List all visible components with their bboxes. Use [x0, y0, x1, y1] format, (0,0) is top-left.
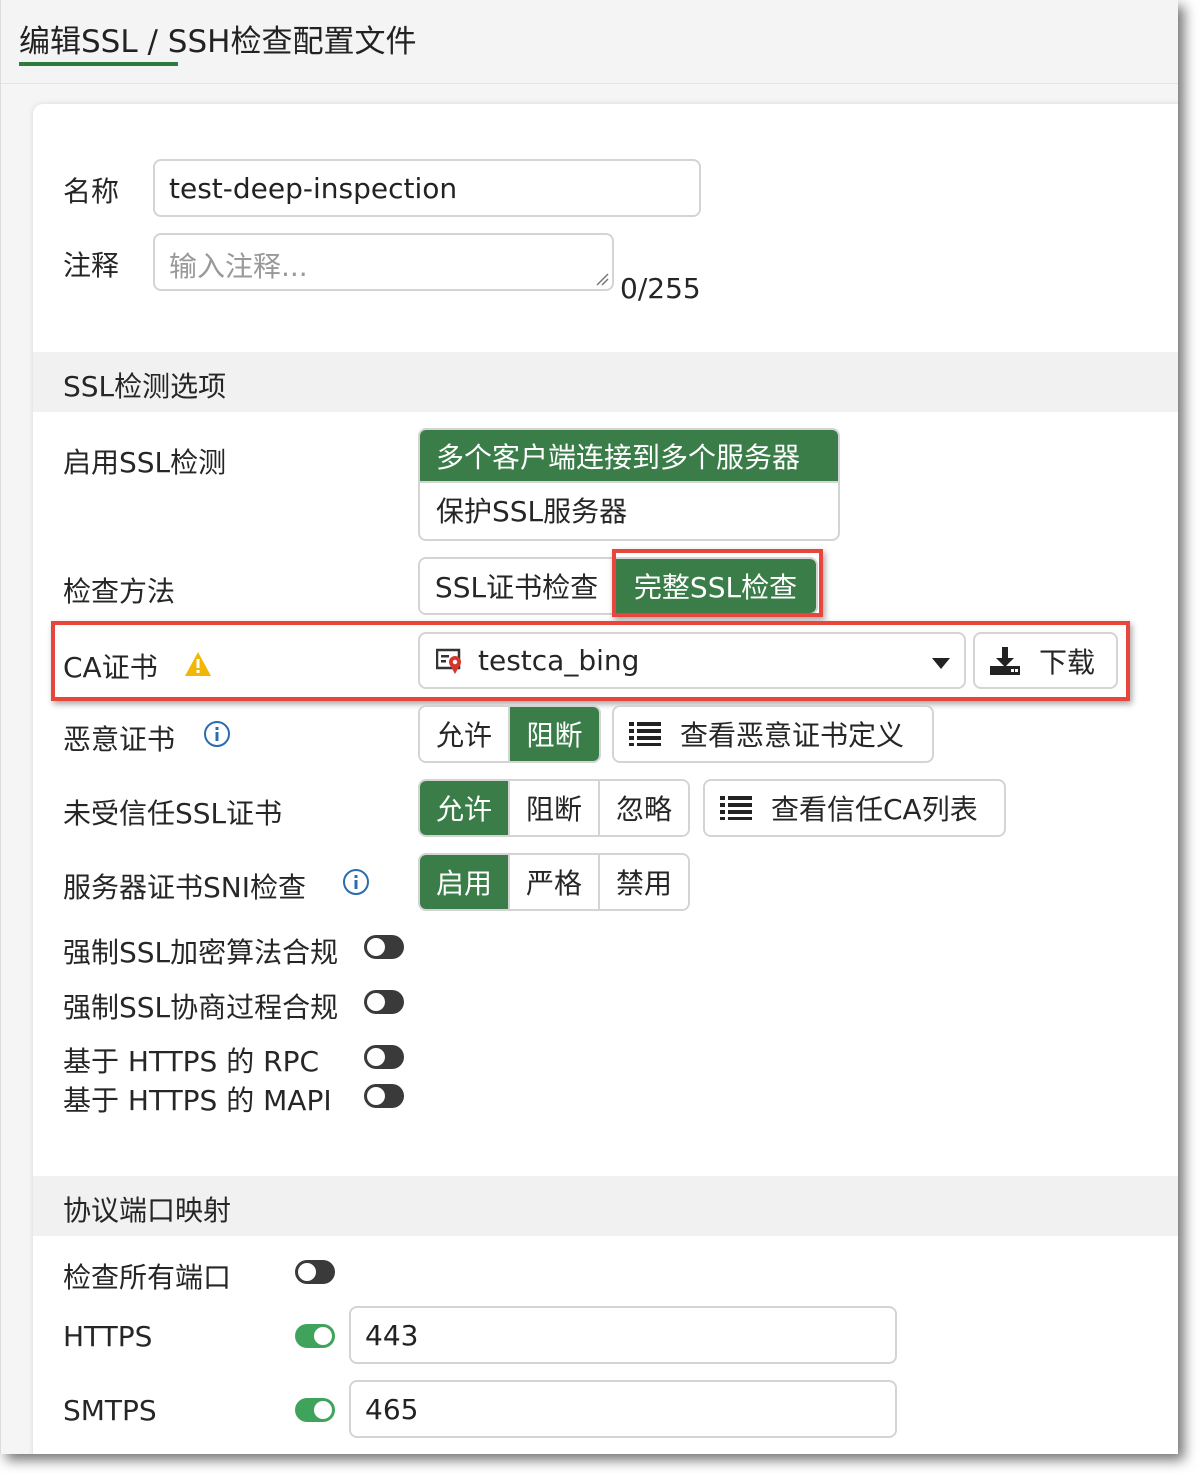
info-icon[interactable]: [342, 868, 370, 896]
view-malicious-cert-label: 查看恶意证书定义: [680, 719, 905, 752]
resize-grip-icon[interactable]: [595, 272, 609, 286]
form-panel: 名称 test-deep-inspection 注释 输入注释... 0/255…: [33, 104, 1178, 1454]
malicious-cert-group: 允许 阻断: [418, 705, 601, 763]
untrusted-cert-group: 允许 阻断 忽略: [418, 779, 690, 837]
enable-ssl-options: 多个客户端连接到多个服务器 保护SSL服务器: [418, 428, 840, 541]
download-icon: [990, 646, 1020, 675]
toggle-knob: [367, 1087, 385, 1105]
sni-strict[interactable]: 严格: [510, 855, 600, 909]
all-ports-toggle[interactable]: [295, 1260, 335, 1284]
toggle-knob: [314, 1327, 332, 1345]
negotiation-compliance-label: 强制SSL协商过程合规: [63, 991, 339, 1024]
negotiation-compliance-toggle[interactable]: [364, 990, 404, 1014]
view-trusted-ca-button[interactable]: 查看信任CA列表: [703, 779, 1006, 837]
malicious-block[interactable]: 阻断: [510, 707, 599, 761]
ssl-section-title: SSL检测选项: [63, 370, 227, 403]
certificate-icon: [436, 648, 461, 674]
ssl-section-header: SSL检测选项: [33, 352, 1178, 412]
toggle-knob: [298, 1263, 316, 1281]
untrusted-block[interactable]: 阻断: [510, 781, 600, 835]
cipher-compliance-toggle[interactable]: [364, 935, 404, 959]
view-trusted-ca-label: 查看信任CA列表: [771, 793, 978, 826]
toggle-knob: [367, 1048, 385, 1066]
smtps-label: SMTPS: [63, 1394, 157, 1427]
inspection-method-group: SSL证书检查 完整SSL检查: [418, 557, 818, 615]
toggle-knob: [314, 1401, 332, 1419]
info-icon[interactable]: [203, 720, 231, 748]
option-multiple-clients[interactable]: 多个客户端连接到多个服务器: [420, 430, 838, 483]
https-label: HTTPS: [63, 1320, 153, 1353]
warning-icon: [185, 652, 211, 676]
comment-counter: 0/255: [620, 272, 701, 305]
malicious-cert-label: 恶意证书: [63, 723, 176, 756]
toggle-knob: [367, 993, 385, 1011]
download-label: 下载: [1039, 645, 1096, 679]
method-cert-inspection[interactable]: SSL证书检查: [420, 559, 615, 613]
download-button[interactable]: 下载: [973, 632, 1118, 689]
comment-placeholder: 输入注释...: [169, 250, 308, 283]
name-label: 名称: [63, 175, 120, 208]
mapi-https-toggle[interactable]: [364, 1084, 404, 1108]
ca-cert-label: CA证书: [63, 651, 158, 684]
comment-textarea[interactable]: 输入注释...: [153, 233, 614, 291]
ca-cert-value: testca_bing: [478, 644, 640, 677]
rpc-https-label: 基于 HTTPS 的 RPC: [63, 1045, 320, 1078]
untrusted-cert-label: 未受信任SSL证书: [63, 797, 283, 830]
cipher-compliance-label: 强制SSL加密算法合规: [63, 936, 339, 969]
https-toggle[interactable]: [295, 1324, 335, 1348]
dialog-frame: 编辑SSL / SSH检查配置文件 名称 test-deep-inspectio…: [0, 0, 1178, 1454]
title-bar: 编辑SSL / SSH检查配置文件: [1, 0, 1178, 84]
smtps-toggle[interactable]: [295, 1398, 335, 1422]
name-input[interactable]: test-deep-inspection: [153, 159, 701, 217]
comment-label: 注释: [63, 249, 120, 282]
untrusted-ignore[interactable]: 忽略: [600, 781, 688, 835]
sni-enable[interactable]: 启用: [420, 855, 510, 909]
port-section-title: 协议端口映射: [63, 1194, 232, 1227]
list-icon: [629, 722, 661, 746]
mapi-https-label: 基于 HTTPS 的 MAPI: [63, 1084, 332, 1117]
sni-check-label: 服务器证书SNI检查: [63, 871, 306, 904]
port-section-header: 协议端口映射: [33, 1176, 1178, 1236]
caret-down-icon: [932, 658, 950, 669]
page-title: 编辑SSL / SSH检查配置文件: [19, 24, 417, 60]
toggle-knob: [367, 938, 385, 956]
all-ports-label: 检查所有端口: [63, 1261, 232, 1294]
malicious-allow[interactable]: 允许: [420, 707, 510, 761]
enable-ssl-label: 启用SSL检测: [63, 446, 227, 479]
method-full-inspection[interactable]: 完整SSL检查: [615, 559, 816, 613]
untrusted-allow[interactable]: 允许: [420, 781, 510, 835]
inspection-method-label: 检查方法: [63, 575, 176, 608]
ca-cert-select[interactable]: testca_bing: [418, 632, 966, 689]
title-underline: [19, 62, 178, 66]
rpc-https-toggle[interactable]: [364, 1045, 404, 1069]
smtps-port-input[interactable]: 465: [349, 1380, 897, 1438]
list-icon: [720, 796, 752, 820]
option-protect-server[interactable]: 保护SSL服务器: [420, 483, 838, 536]
sni-disable[interactable]: 禁用: [600, 855, 688, 909]
https-port-input[interactable]: 443: [349, 1306, 897, 1364]
sni-check-group: 启用 严格 禁用: [418, 853, 690, 911]
view-malicious-cert-button[interactable]: 查看恶意证书定义: [612, 705, 934, 763]
